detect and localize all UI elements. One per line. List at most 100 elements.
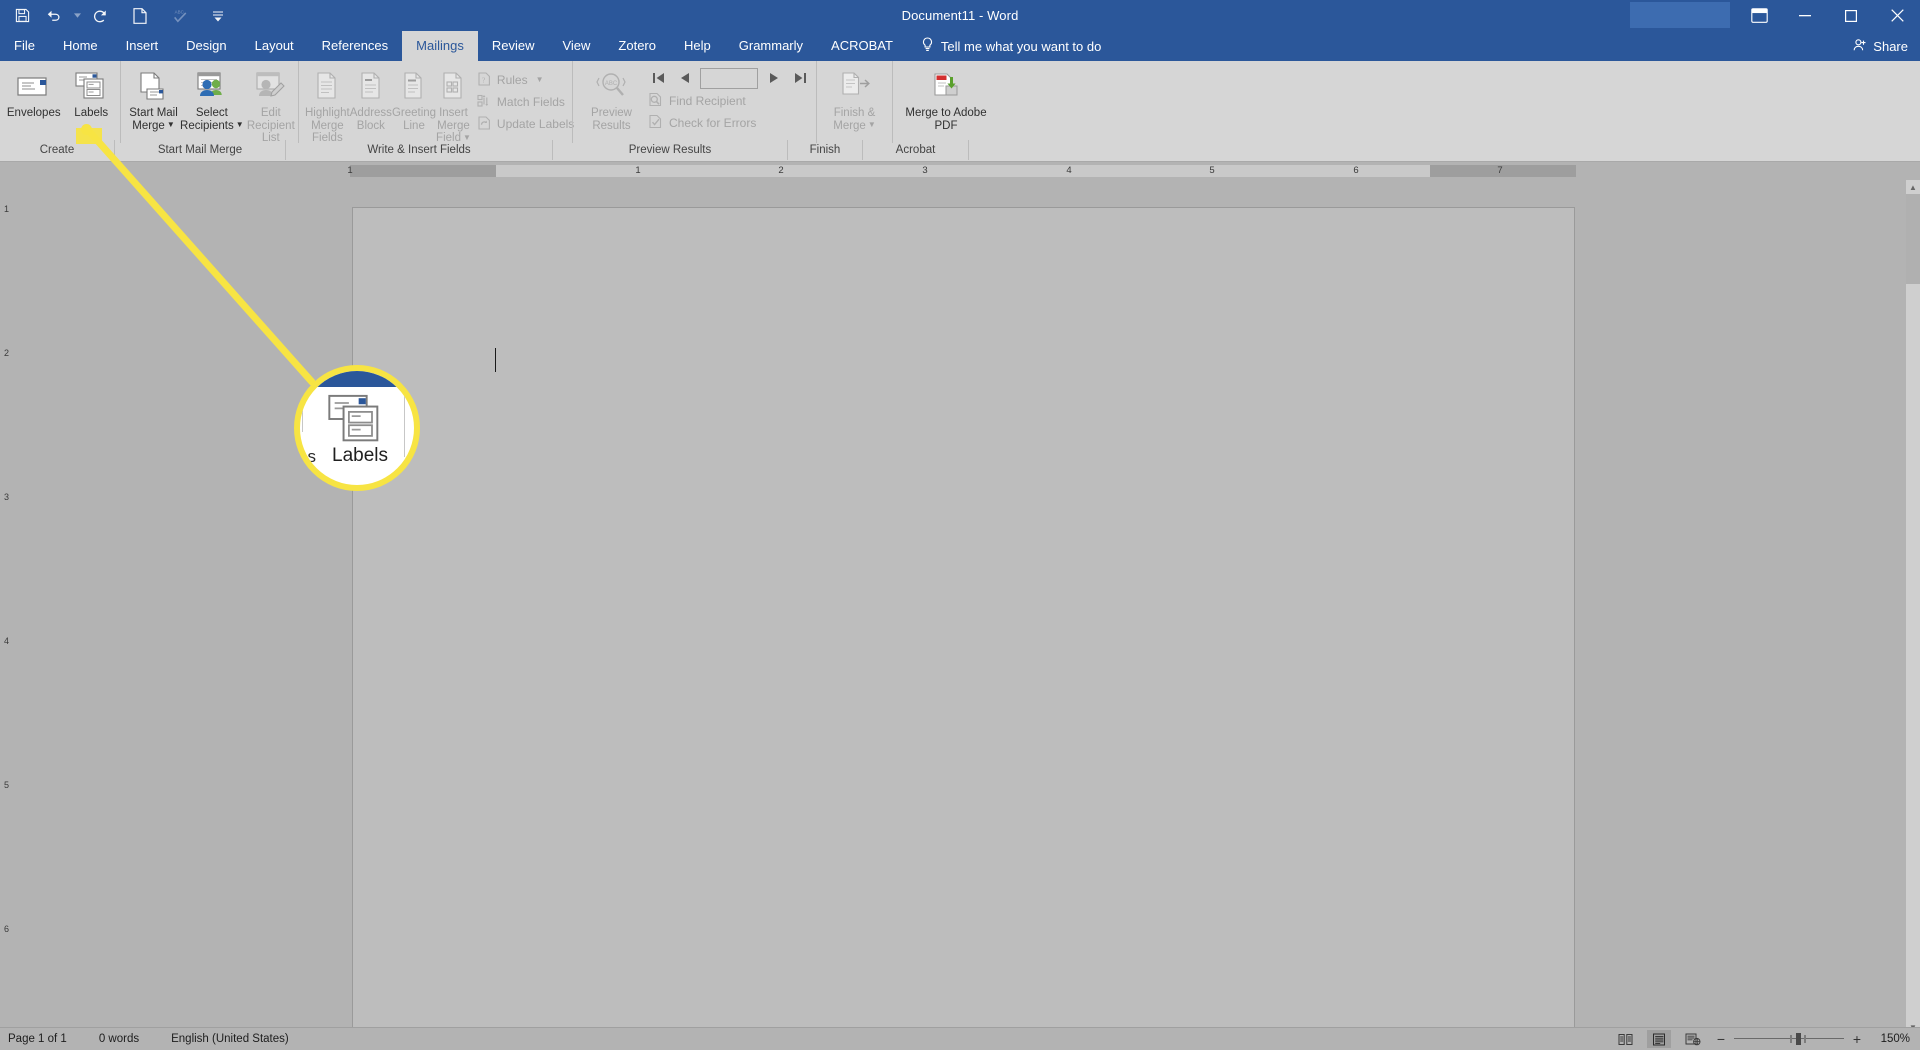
spelling-grammar-icon[interactable]: ABC	[166, 3, 194, 29]
ruler-mark-2: 2	[778, 165, 784, 176]
tab-design[interactable]: Design	[172, 31, 240, 61]
address-block-label: Address Block	[349, 107, 392, 132]
tab-references[interactable]: References	[308, 31, 402, 61]
zoom-level-label[interactable]: 150%	[1870, 1033, 1910, 1045]
check-for-errors-button: Check for Errors	[642, 112, 816, 134]
ribbon-group-acrobat: Merge to Adobe PDF	[892, 61, 999, 143]
tell-me-label: Tell me what you want to do	[940, 38, 1102, 54]
page-indicator[interactable]: Page 1 of 1	[8, 1033, 81, 1045]
svg-text:?: ?	[482, 75, 486, 84]
tab-insert[interactable]: Insert	[112, 31, 173, 61]
select-recipients-button[interactable]: Select Recipients ▼	[180, 64, 244, 136]
insert-merge-field-icon	[439, 68, 467, 104]
magnifier-separator-right	[404, 387, 405, 457]
tab-view[interactable]: View	[548, 31, 604, 61]
next-record-icon[interactable]	[764, 68, 784, 88]
tab-review[interactable]: Review	[478, 31, 549, 61]
start-mail-merge-icon	[137, 68, 171, 104]
account-chip[interactable]	[1630, 2, 1730, 28]
scrollbar-thumb[interactable]	[1906, 194, 1920, 284]
language-indicator[interactable]: English (United States)	[171, 1033, 303, 1045]
tab-file[interactable]: File	[0, 31, 49, 61]
previous-record-icon[interactable]	[674, 68, 694, 88]
undo-icon[interactable]	[40, 3, 68, 29]
tab-layout[interactable]: Layout	[241, 31, 308, 61]
magnifier-content: es Labels ◂	[298, 371, 414, 485]
status-right: − + 150%	[1613, 1028, 1910, 1050]
start-mail-merge-button[interactable]: Start Mail Merge ▼	[127, 64, 180, 136]
envelopes-label: Envelopes	[6, 107, 61, 119]
zoom-in-button[interactable]: +	[1851, 1031, 1863, 1047]
word-count[interactable]: 0 words	[99, 1033, 153, 1045]
read-mode-icon[interactable]	[1613, 1030, 1637, 1048]
check-for-errors-label: Check for Errors	[669, 116, 757, 130]
update-labels-label: Update Labels	[496, 117, 575, 131]
tab-acrobat[interactable]: ACROBAT	[817, 31, 907, 61]
svg-text:ABC: ABC	[175, 9, 185, 14]
address-block-icon	[357, 68, 385, 104]
find-recipient-icon	[648, 92, 663, 110]
greeting-line-icon	[401, 68, 427, 104]
tab-home[interactable]: Home	[49, 31, 112, 61]
customize-quick-access-toolbar-icon[interactable]	[204, 3, 232, 29]
finish-and-merge-icon	[838, 68, 872, 104]
envelopes-button[interactable]: Envelopes	[5, 64, 63, 136]
merge-to-adobe-pdf-button[interactable]: Merge to Adobe PDF	[900, 64, 992, 136]
magnified-envelopes-partial: es	[298, 447, 316, 466]
record-number-input[interactable]	[700, 67, 758, 89]
vruler-mark-1: 1	[4, 204, 10, 214]
save-icon[interactable]	[8, 3, 36, 29]
tell-me-box[interactable]: Tell me what you want to do	[907, 31, 1111, 61]
share-button[interactable]: Share	[1853, 31, 1908, 61]
zoom-slider[interactable]	[1734, 1032, 1844, 1046]
ruler-mark-3: 3	[922, 165, 928, 176]
restore-button[interactable]	[1828, 0, 1874, 31]
match-fields-icon	[477, 94, 491, 111]
undo-dropdown-icon[interactable]	[72, 3, 82, 29]
scroll-up-icon[interactable]: ▲	[1906, 180, 1920, 194]
last-record-icon[interactable]	[790, 68, 810, 88]
preview-results-label: Preview Results	[591, 107, 632, 132]
ribbon-group-create: Envelopes Labels	[0, 61, 120, 143]
ribbon: Envelopes Labels Start Mail Merge ▼ Sele…	[0, 61, 1920, 162]
edit-recipient-list-label: Edit Recipient List	[246, 107, 295, 144]
greeting-line-label: Greeting Line	[391, 107, 437, 132]
minimize-button[interactable]	[1782, 0, 1828, 31]
ruler-mark-1l: 1	[347, 165, 353, 176]
vertical-scrollbar[interactable]: ▲ ▼	[1906, 180, 1920, 1034]
vruler-mark-3: 3	[4, 492, 10, 502]
zoom-slider-thumb[interactable]	[1796, 1033, 1801, 1045]
redo-icon[interactable]	[86, 3, 114, 29]
preview-nav-column: Find Recipient Check for Errors	[642, 64, 816, 136]
tab-help[interactable]: Help	[670, 31, 725, 61]
find-recipient-label: Find Recipient	[669, 94, 746, 108]
labels-icon	[73, 68, 109, 104]
envelope-icon	[16, 68, 52, 104]
horizontal-ruler[interactable]: 1 1 2 3 4 5 6 7 L	[0, 162, 1920, 340]
zoom-out-button[interactable]: −	[1715, 1031, 1727, 1047]
group-label-start-mail-merge: Start Mail Merge	[115, 140, 286, 160]
tab-zotero[interactable]: Zotero	[604, 31, 670, 61]
close-button[interactable]	[1874, 0, 1920, 31]
tab-grammarly[interactable]: Grammarly	[725, 31, 817, 61]
web-layout-icon[interactable]	[1681, 1030, 1705, 1048]
tab-mailings[interactable]: Mailings	[402, 31, 478, 61]
vertical-ruler[interactable]: 1 2 3 4 5 6	[0, 180, 20, 1034]
ruler-mark-7: 7	[1497, 165, 1503, 176]
first-record-icon[interactable]	[648, 68, 668, 88]
chevron-down-icon[interactable]: ▼	[236, 120, 244, 129]
print-layout-icon[interactable]	[1647, 1030, 1671, 1048]
labels-button[interactable]: Labels	[63, 64, 121, 136]
window-controls	[1736, 0, 1920, 31]
ruler-mark-4: 4	[1066, 165, 1072, 176]
callout-anchor-dot	[81, 124, 92, 135]
chevron-down-icon[interactable]: ▼	[167, 120, 175, 129]
ribbon-display-options-icon[interactable]	[1736, 0, 1782, 31]
highlight-merge-fields-label: Highlight Merge Fields	[305, 107, 350, 144]
document-page[interactable]	[352, 207, 1575, 1034]
preview-results-icon: ABC	[595, 68, 629, 104]
new-document-icon[interactable]	[126, 3, 154, 29]
zoom-control: − + 150%	[1715, 1031, 1910, 1047]
group-label-acrobat: Acrobat	[863, 140, 969, 160]
merge-to-adobe-pdf-label: Merge to Adobe PDF	[905, 107, 987, 132]
